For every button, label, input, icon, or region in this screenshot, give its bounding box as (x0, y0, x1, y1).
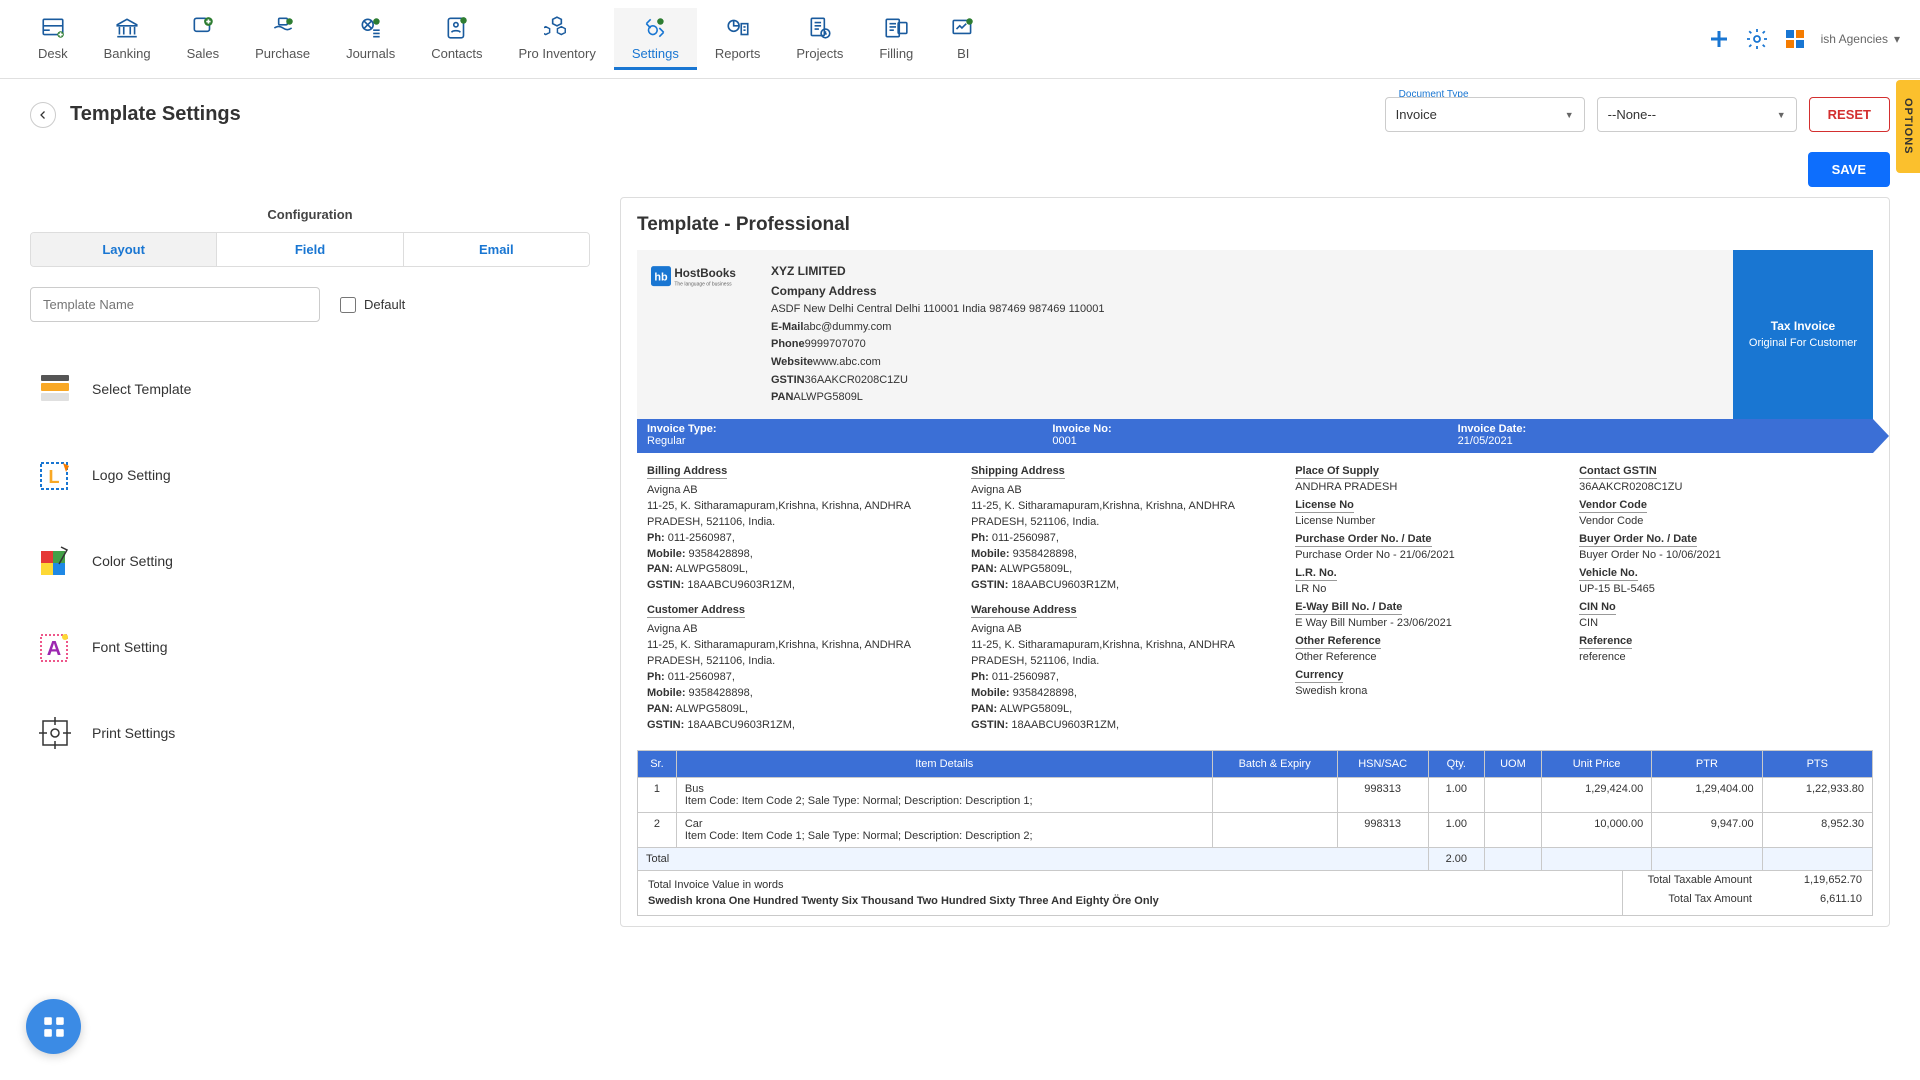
nav-purchase[interactable]: Purchase (237, 8, 328, 70)
nav-settings[interactable]: Settings (614, 8, 697, 70)
invoice-strip: Invoice Type:Regular Invoice No:0001 Inv… (637, 419, 1873, 453)
preview-title: Template - Professional (637, 214, 1873, 236)
inventory-icon (543, 14, 571, 42)
nav-journals[interactable]: Journals (328, 8, 413, 70)
fab-apps-button[interactable] (26, 999, 81, 1054)
svg-text:L: L (49, 467, 60, 487)
template-preview: Template - Professional hbHostBooks®The … (620, 197, 1890, 927)
print-settings-icon (36, 714, 74, 752)
banking-icon (113, 14, 141, 42)
apps-icon[interactable] (1783, 27, 1807, 51)
nav-contacts[interactable]: Contacts (413, 8, 500, 70)
config-header: Configuration (30, 197, 590, 232)
filling-icon (882, 14, 910, 42)
top-nav: Desk Banking Sales Purchase Journals Con… (0, 0, 1920, 79)
template-name-input[interactable] (30, 287, 320, 322)
default-checkbox[interactable]: Default (340, 297, 405, 313)
projects-icon (806, 14, 834, 42)
menu-color-setting[interactable]: Color Setting (30, 518, 590, 604)
nav-bi[interactable]: BI (931, 8, 995, 70)
company-selector[interactable]: ish Agencies▾ (1821, 32, 1900, 46)
sales-icon (189, 14, 217, 42)
bi-icon (949, 14, 977, 42)
logo-setting-icon: L (36, 456, 74, 494)
tax-invoice-badge: Tax Invoice Original For Customer (1733, 250, 1873, 419)
menu-select-template[interactable]: Select Template (30, 346, 590, 432)
logo-icon: hbHostBooks®The language of business (651, 262, 751, 407)
back-button[interactable] (30, 102, 56, 128)
second-select[interactable]: --None-- (1597, 97, 1797, 132)
reset-button[interactable]: RESET (1809, 97, 1890, 132)
nav-sales[interactable]: Sales (169, 8, 238, 70)
settings-icon (641, 14, 669, 42)
nav-reports[interactable]: Reports (697, 8, 779, 70)
nav-filling[interactable]: Filling (861, 8, 931, 70)
purchase-icon (269, 14, 297, 42)
journals-icon (357, 14, 385, 42)
nav-proinventory[interactable]: Pro Inventory (501, 8, 614, 70)
tab-field[interactable]: Field (216, 233, 402, 266)
nav-banking[interactable]: Banking (86, 8, 169, 70)
svg-text:The language of business: The language of business (674, 281, 732, 287)
font-setting-icon: A (36, 628, 74, 666)
menu-print-settings[interactable]: Print Settings (30, 690, 590, 776)
nav-projects[interactable]: Projects (778, 8, 861, 70)
menu-font-setting[interactable]: AFont Setting (30, 604, 590, 690)
svg-text:HostBooks: HostBooks (674, 267, 736, 280)
template-icon (36, 370, 74, 408)
options-tab[interactable]: OPTIONS (1896, 80, 1920, 173)
color-setting-icon (36, 542, 74, 580)
tab-layout[interactable]: Layout (31, 233, 216, 266)
menu-logo-setting[interactable]: LLogo Setting (30, 432, 590, 518)
save-button[interactable]: SAVE (1808, 152, 1890, 187)
document-type-select[interactable]: Invoice (1385, 97, 1585, 132)
config-tabs: Layout Field Email (30, 232, 590, 267)
gear-icon[interactable] (1745, 27, 1769, 51)
desk-icon (39, 14, 67, 42)
nav-desk[interactable]: Desk (20, 8, 86, 70)
items-table: Sr.Item DetailsBatch & ExpiryHSN/SACQty.… (637, 750, 1873, 871)
contacts-icon (443, 14, 471, 42)
page-title: Template Settings (70, 103, 1385, 126)
reports-icon (724, 14, 752, 42)
svg-text:hb: hb (654, 271, 668, 283)
tab-email[interactable]: Email (403, 233, 589, 266)
svg-text:A: A (47, 638, 61, 660)
add-icon[interactable] (1707, 27, 1731, 51)
